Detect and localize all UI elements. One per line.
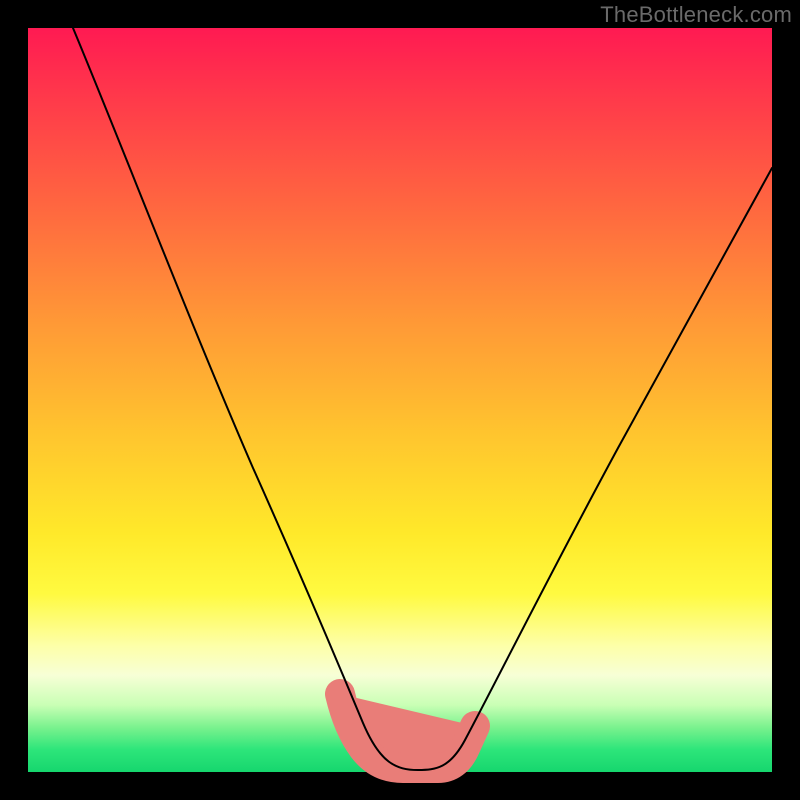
watermark-text: TheBottleneck.com xyxy=(600,2,792,28)
bottleneck-curve xyxy=(73,28,772,770)
curve-svg xyxy=(28,28,772,772)
chart-area xyxy=(28,28,772,772)
